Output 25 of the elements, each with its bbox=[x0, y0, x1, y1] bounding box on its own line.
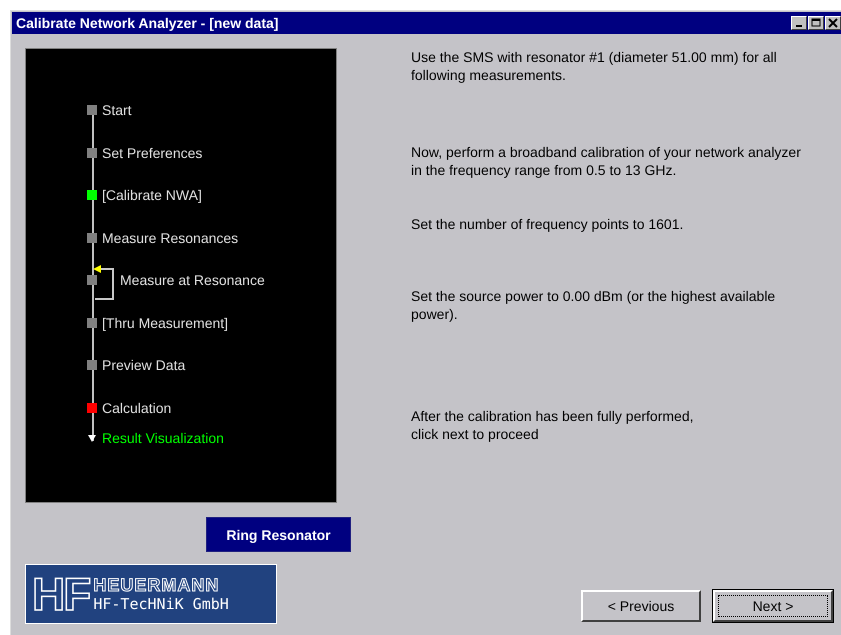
nav-button[interactable]: < Previous bbox=[581, 590, 701, 622]
step-label: [Calibrate NWA] bbox=[102, 187, 202, 204]
logo-company: HF-TecHNiK GmbH bbox=[93, 596, 229, 612]
logo-mark: HF bbox=[32, 571, 90, 617]
minimize-icon[interactable] bbox=[791, 16, 807, 30]
step-label: [Thru Measurement] bbox=[102, 314, 228, 331]
down-arrow-icon bbox=[87, 433, 97, 443]
close-icon[interactable] bbox=[825, 16, 841, 30]
step-label: Calculation bbox=[102, 400, 172, 416]
window-title: Calibrate Network Analyzer - [new data] bbox=[16, 15, 278, 31]
logo-name: HEUERMANN bbox=[93, 576, 220, 596]
instruction-text: After the calibration has been fully performed, click next to proceed bbox=[411, 407, 694, 443]
instruction-text: Set the source power to 0.00 dBm (or the highest available power). bbox=[411, 287, 776, 323]
step-label: Result Visualization bbox=[102, 430, 224, 446]
instruction-text: Now, perform a broadband calibration of your network analyzer in the frequency range from 0.5 to 13 GHz. bbox=[411, 143, 802, 179]
ring-resonator-button[interactable]: Ring Resonator bbox=[206, 517, 351, 552]
step-label: Measure Resonances bbox=[102, 230, 238, 246]
maximize-icon[interactable] bbox=[808, 16, 824, 30]
instruction-text: Use the SMS with resonator #1 (diameter 51.00 mm) for all following measurements. bbox=[411, 48, 778, 84]
instruction-text: Set the number of frequency points to 1601. bbox=[411, 215, 684, 233]
step-label: Set Preferences bbox=[102, 144, 202, 161]
step-label: Preview Data bbox=[102, 357, 186, 374]
step-label: Start bbox=[102, 102, 132, 118]
step-label: Measure at Resonance bbox=[120, 272, 265, 288]
nav-button[interactable]: Next > bbox=[713, 590, 833, 622]
